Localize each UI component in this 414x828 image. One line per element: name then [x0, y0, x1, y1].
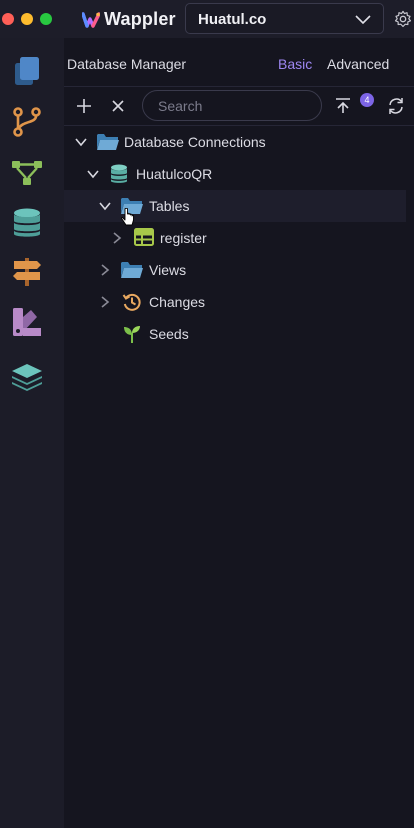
panel-toolbar: 4: [64, 87, 414, 126]
wappler-logo-icon: [82, 11, 100, 28]
tree-item-changes[interactable]: Changes: [64, 286, 406, 318]
folder-open-icon: [121, 262, 143, 278]
app-logo: Wappler: [82, 9, 176, 30]
tab-advanced[interactable]: Advanced: [327, 56, 389, 72]
layers-icon[interactable]: [11, 359, 43, 391]
chevron-right-icon[interactable]: [110, 231, 124, 245]
chevron-down-icon[interactable]: [74, 135, 88, 149]
close-icon[interactable]: [108, 96, 128, 116]
chevron-right-icon[interactable]: [98, 263, 112, 277]
database-manager-panel: Database Manager Basic Advanced 4: [64, 38, 414, 828]
zoom-window-button[interactable]: [40, 13, 52, 25]
sprout-icon: [124, 326, 140, 343]
tree-item-views[interactable]: Views: [64, 254, 406, 286]
tree-item-register[interactable]: register: [64, 222, 406, 254]
close-window-button[interactable]: [2, 13, 14, 25]
table-icon: [134, 228, 154, 246]
gear-icon[interactable]: [394, 9, 412, 29]
history-icon: [122, 293, 141, 311]
tree-item-database-connections[interactable]: Database Connections: [64, 126, 406, 158]
plus-icon[interactable]: [74, 96, 94, 116]
search-input[interactable]: [158, 96, 308, 116]
tree-item-label: Seeds: [149, 326, 189, 342]
database-icon: [111, 164, 127, 183]
tree-item-label: Tables: [149, 198, 190, 214]
activity-sidebar: [0, 38, 64, 828]
tree-item-label: Views: [149, 262, 187, 278]
refresh-icon[interactable]: [386, 96, 406, 116]
tree-item-label: HuatulcoQR: [136, 166, 213, 182]
design-swatches-icon[interactable]: [11, 306, 43, 338]
folder-open-icon: [97, 134, 119, 150]
mouse-pointer-icon: [121, 208, 134, 226]
title-bar: Wappler Huatul.co: [0, 0, 414, 38]
chevron-down-icon[interactable]: [86, 167, 100, 181]
tab-basic[interactable]: Basic: [278, 56, 312, 72]
pending-changes-badge: 4: [360, 93, 374, 107]
minimize-window-button[interactable]: [21, 13, 33, 25]
project-select[interactable]: Huatul.co: [185, 3, 384, 34]
panel-title: Database Manager: [67, 56, 187, 72]
tree-item-label: register: [160, 230, 207, 246]
app-name: Wappler: [104, 9, 176, 29]
database-icon[interactable]: [11, 207, 43, 239]
panel-header: Database Manager Basic Advanced: [64, 38, 414, 87]
routing-signpost-icon[interactable]: [11, 256, 43, 288]
chevron-down-icon[interactable]: [98, 199, 112, 213]
tree-item-seeds[interactable]: Seeds: [64, 318, 406, 350]
chevron-right-icon[interactable]: [98, 295, 112, 309]
tree-item-label: Changes: [149, 294, 206, 310]
git-branch-icon[interactable]: [11, 106, 43, 138]
project-select-value: Huatul.co: [198, 11, 267, 28]
files-icon[interactable]: [11, 55, 43, 87]
workflow-icon[interactable]: [11, 157, 43, 189]
tree-item-tables[interactable]: Tables: [64, 190, 406, 222]
tree-item-huatulcoqr[interactable]: HuatulcoQR: [64, 158, 406, 190]
apply-changes-icon[interactable]: [333, 96, 353, 116]
tree-item-label: Database Connections: [124, 134, 266, 150]
search-field[interactable]: [142, 90, 322, 121]
chevron-down-icon: [355, 15, 371, 25]
